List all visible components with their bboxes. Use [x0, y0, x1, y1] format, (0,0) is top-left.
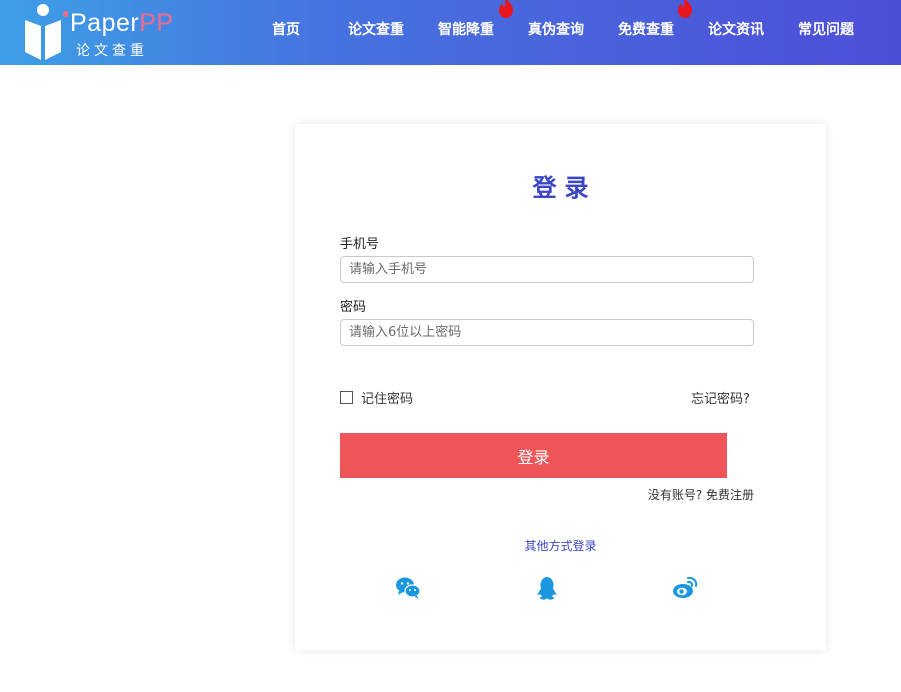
nav-smart-rewrite[interactable]: 智能降重: [438, 20, 494, 40]
top-header: PaperPP 论文查重 首页 论文查重 智能降重 真伪查询 免费查重 论文资讯…: [0, 0, 901, 65]
nav-free-check[interactable]: 免费查重: [618, 20, 674, 40]
wechat-icon[interactable]: [395, 576, 421, 600]
login-button[interactable]: 登录: [340, 433, 727, 478]
hot-flame-icon: [499, 0, 513, 18]
other-login-methods-label: 其他方式登录: [524, 539, 597, 553]
login-title: 登录: [532, 174, 597, 202]
nav-home[interactable]: 首页: [272, 20, 300, 40]
nav-paper-check[interactable]: 论文查重: [348, 20, 404, 40]
phone-label: 手机号: [340, 237, 380, 252]
remember-label: 记住密码: [361, 391, 414, 407]
register-link[interactable]: 没有账号? 免费注册: [648, 486, 754, 503]
nav-faq[interactable]: 常见问题: [798, 20, 854, 40]
password-label: 密码: [340, 300, 367, 315]
nav-news[interactable]: 论文资讯: [708, 20, 764, 40]
nav-verify[interactable]: 真伪查询: [528, 20, 584, 40]
remember-password[interactable]: 记住密码: [340, 388, 414, 407]
weibo-icon[interactable]: [672, 576, 698, 600]
password-input[interactable]: [340, 319, 754, 346]
phone-input[interactable]: [340, 256, 754, 283]
hot-flame-icon: [678, 0, 692, 18]
remember-checkbox[interactable]: [340, 390, 353, 404]
login-card: 登录 手机号 密码 记住密码 忘记密码? 登录 没有账号? 免费注册 其他方式登…: [295, 124, 826, 650]
forgot-password-link[interactable]: 忘记密码?: [691, 388, 750, 407]
qq-icon[interactable]: [534, 576, 560, 600]
main-nav: 首页 论文查重 智能降重 真伪查询 免费查重 论文资讯 常见问题: [0, 0, 901, 65]
